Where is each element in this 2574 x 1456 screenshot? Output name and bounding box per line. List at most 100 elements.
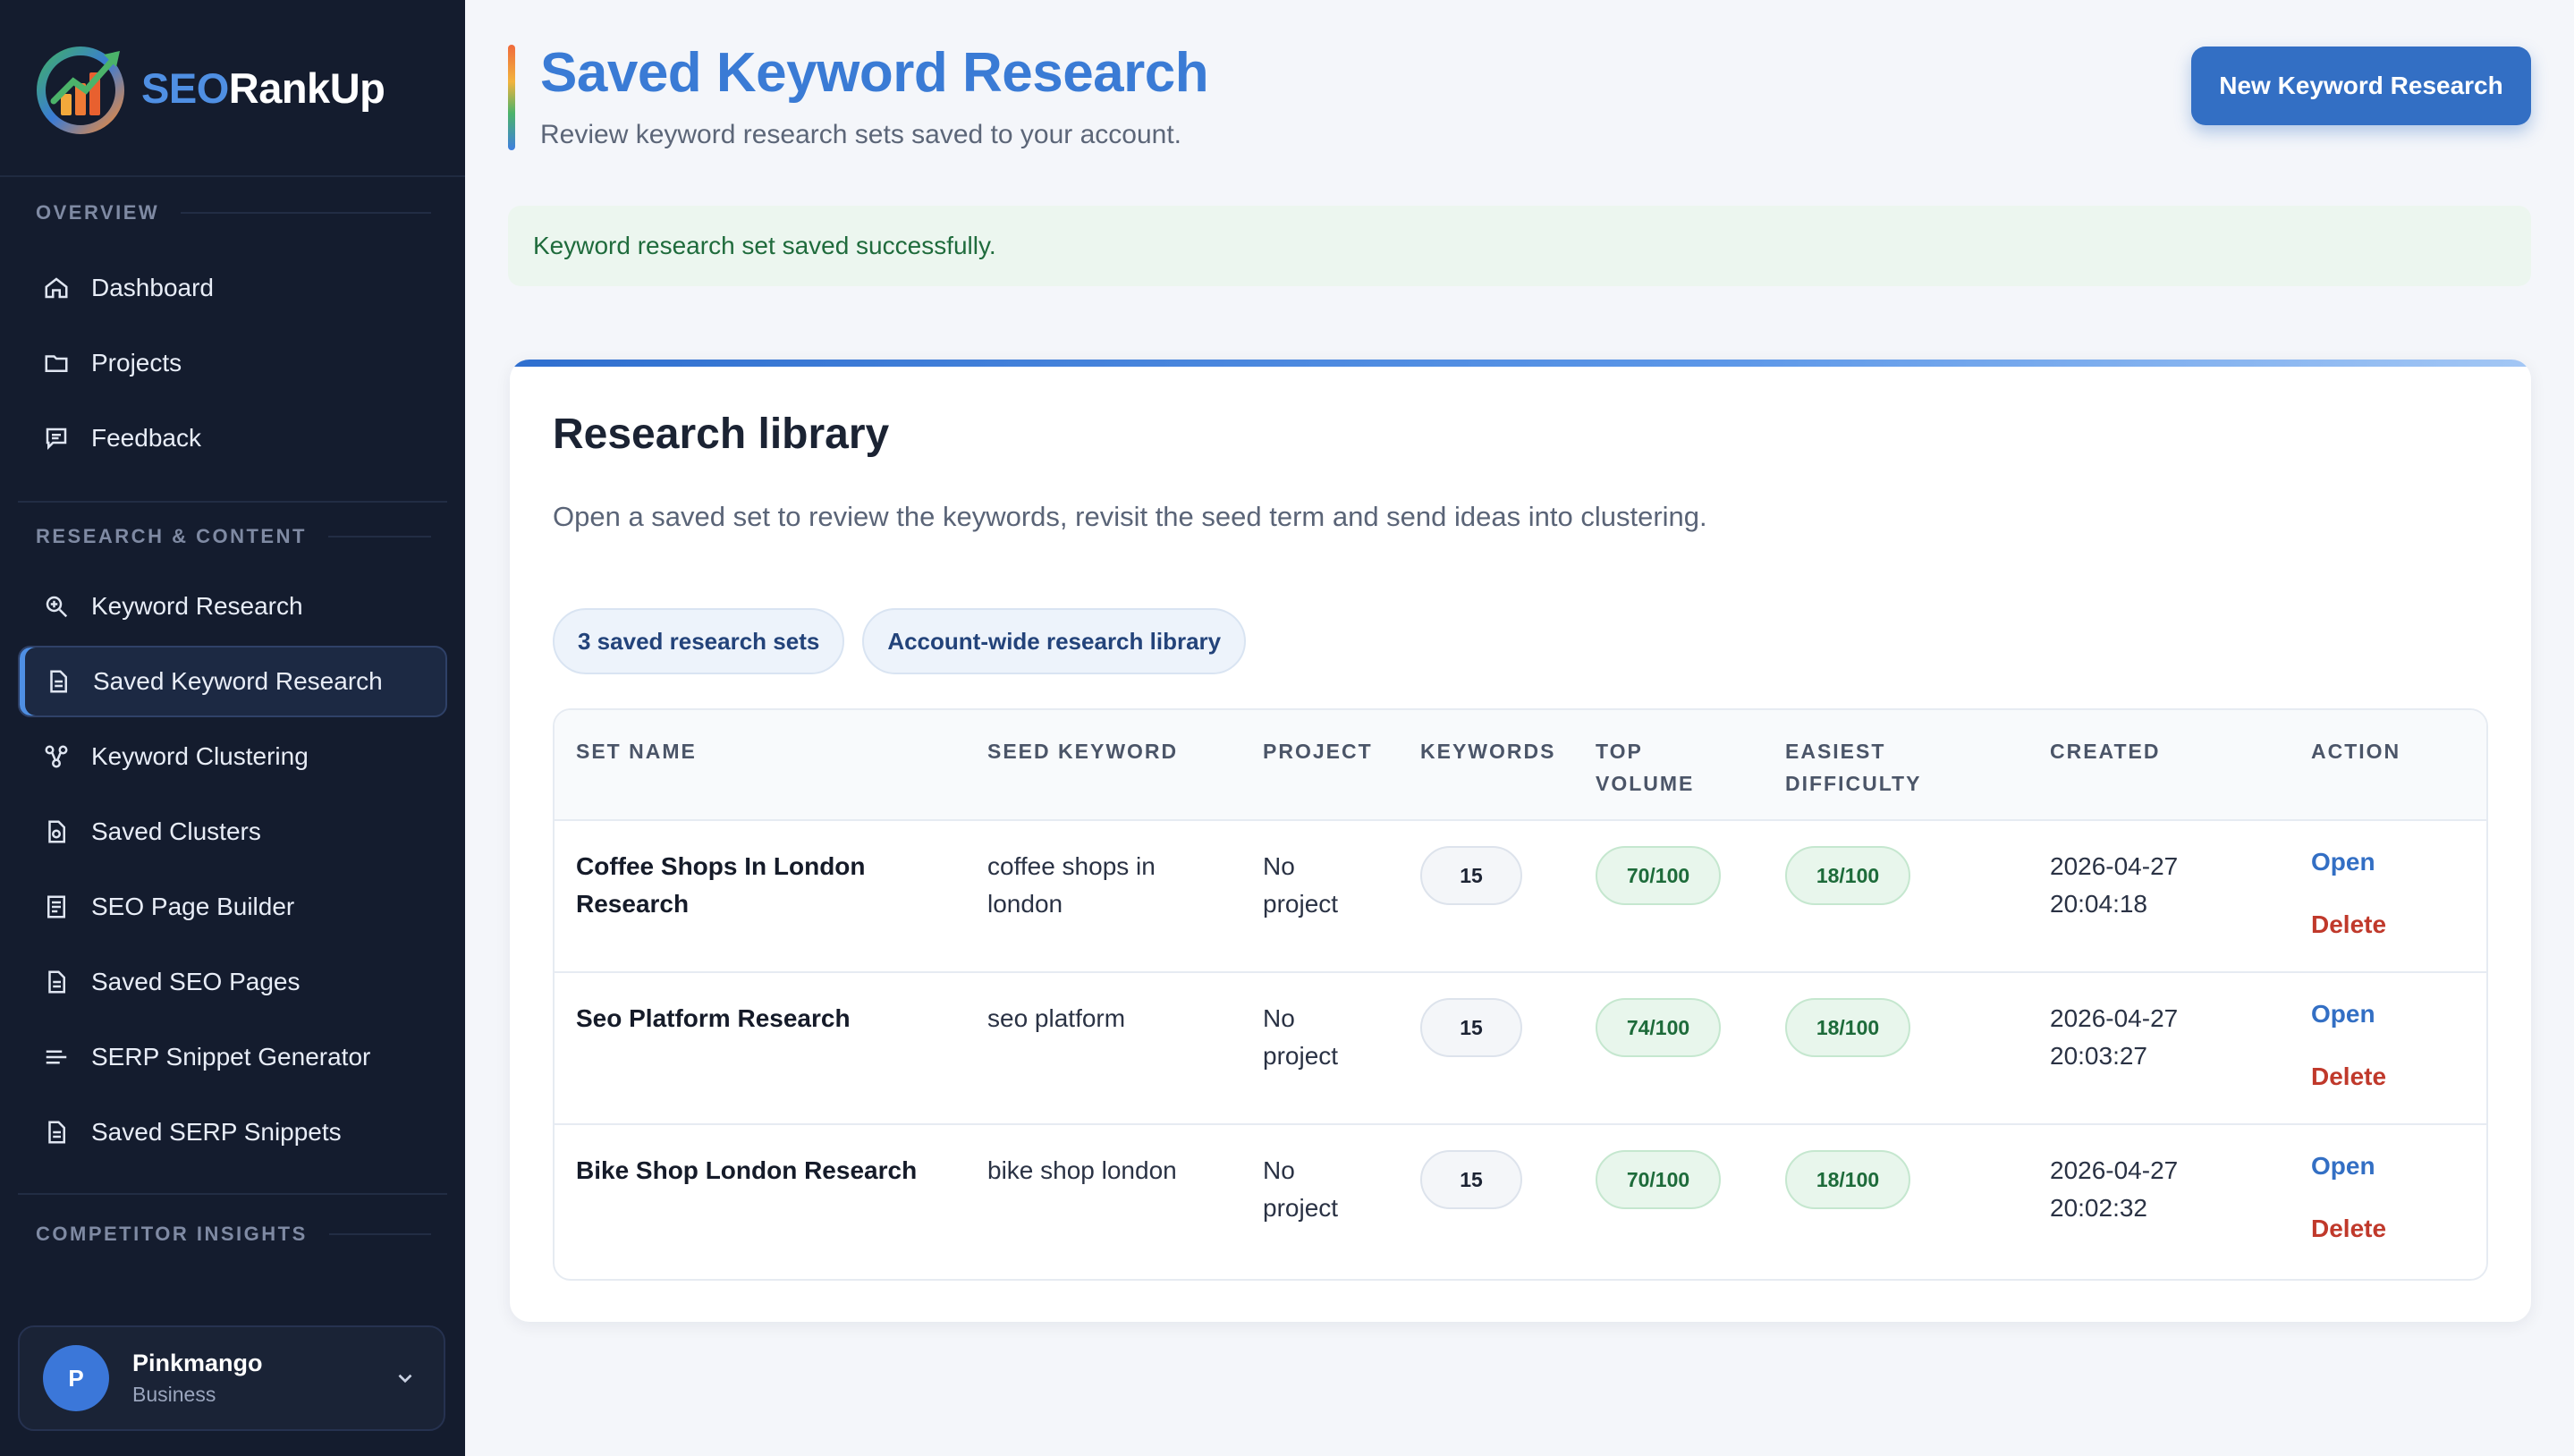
card-title: Research library bbox=[553, 411, 890, 458]
top-volume-badge: 70/100 bbox=[1596, 1150, 1721, 1209]
keywords-count-badge: 15 bbox=[1420, 1150, 1522, 1209]
delete-link[interactable]: Delete bbox=[2311, 1215, 2386, 1243]
card-description: Open a saved set to review the keywords,… bbox=[553, 501, 1707, 532]
column-header-seed-keyword[interactable]: SEED KEYWORD bbox=[987, 735, 1178, 767]
table-row: Coffee Shops In London Research coffee s… bbox=[555, 821, 2486, 973]
column-header-top-volume-line1: TOP bbox=[1596, 740, 1643, 763]
column-header-difficulty-line1: EASIEST bbox=[1785, 740, 1886, 763]
seed-keyword-line2: london bbox=[987, 890, 1063, 918]
sidebar-item-serp-snippet-generator[interactable]: SERP Snippet Generator bbox=[18, 1021, 447, 1093]
document-icon bbox=[41, 967, 72, 997]
summary-pills: 3 saved research sets Account-wide resea… bbox=[553, 608, 1247, 674]
sidebar-item-label: Projects bbox=[91, 349, 182, 377]
created-date: 2026-04-27 bbox=[2050, 1004, 2179, 1032]
project-line2: project bbox=[1263, 1194, 1339, 1222]
set-name: Bike Shop London Research bbox=[576, 1152, 917, 1189]
sidebar-item-label: Saved Keyword Research bbox=[93, 667, 383, 695]
search-icon bbox=[41, 591, 72, 622]
delete-link[interactable]: Delete bbox=[2311, 1062, 2386, 1091]
sidebar-item-keyword-clustering[interactable]: Keyword Clustering bbox=[18, 721, 447, 792]
open-link[interactable]: Open bbox=[2311, 1152, 2375, 1181]
sidebar-item-seo-page-builder[interactable]: SEO Page Builder bbox=[18, 871, 447, 943]
difficulty-badge: 18/100 bbox=[1785, 1150, 1910, 1209]
library-scope-pill: Account-wide research library bbox=[862, 608, 1247, 674]
user-menu[interactable]: P Pinkmango Business bbox=[18, 1325, 445, 1431]
created-time: 20:04:18 bbox=[2050, 890, 2147, 918]
table-row: Bike Shop London Research bike shop lond… bbox=[555, 1125, 2486, 1277]
project-line1: No bbox=[1263, 852, 1295, 880]
user-plan: Business bbox=[132, 1383, 216, 1406]
page-icon bbox=[41, 892, 72, 922]
seed-keyword: bike shop london bbox=[987, 1152, 1177, 1189]
seed-keyword: seo platform bbox=[987, 1000, 1125, 1037]
brand-name-rankup: RankUp bbox=[228, 63, 385, 112]
project: No project bbox=[1263, 1152, 1338, 1227]
difficulty-badge: 18/100 bbox=[1785, 846, 1910, 905]
sidebar-item-label: Feedback bbox=[91, 424, 201, 452]
alert-text: Keyword research set saved successfully. bbox=[533, 232, 996, 259]
saved-sets-count-pill: 3 saved research sets bbox=[553, 608, 845, 674]
success-alert: Keyword research set saved successfully. bbox=[508, 206, 2531, 286]
difficulty-badge: 18/100 bbox=[1785, 998, 1910, 1057]
document-icon bbox=[43, 666, 73, 697]
avatar: P bbox=[43, 1345, 109, 1411]
project-line1: No bbox=[1263, 1156, 1295, 1184]
sidebar-item-label: Keyword Clustering bbox=[91, 742, 309, 770]
column-header-keywords[interactable]: KEYWORDS bbox=[1420, 735, 1555, 767]
column-header-easiest-difficulty[interactable]: EASIEST DIFFICULTY bbox=[1785, 735, 1921, 800]
column-header-action: ACTION bbox=[2311, 740, 2401, 763]
set-name: Coffee Shops In London Research bbox=[576, 848, 866, 923]
sidebar-item-dashboard[interactable]: Dashboard bbox=[18, 252, 447, 324]
sidebar-item-projects[interactable]: Projects bbox=[18, 327, 447, 399]
column-header-set-name[interactable]: SET NAME bbox=[576, 735, 697, 767]
table-header: SET NAME SEED KEYWORD PROJECT KEYWORDS T… bbox=[555, 710, 2486, 821]
brand-name: SEORankUp bbox=[141, 63, 385, 113]
column-header-top-volume[interactable]: TOP VOLUME bbox=[1596, 735, 1694, 800]
user-name: Pinkmango bbox=[132, 1350, 263, 1376]
header-accent-bar bbox=[508, 45, 515, 150]
section-label-competitor-insights: COMPETITOR INSIGHTS bbox=[0, 1216, 465, 1252]
open-link[interactable]: Open bbox=[2311, 1000, 2375, 1029]
sidebar-item-saved-serp-snippets[interactable]: Saved SERP Snippets bbox=[18, 1096, 447, 1168]
new-keyword-research-button[interactable]: New Keyword Research bbox=[2191, 47, 2531, 125]
sidebar-item-feedback[interactable]: Feedback bbox=[18, 402, 447, 474]
seed-keyword-line1: bike shop london bbox=[987, 1156, 1177, 1184]
page-subtitle: Review keyword research sets saved to yo… bbox=[540, 120, 1181, 149]
project: No project bbox=[1263, 848, 1338, 923]
document-icon bbox=[41, 1117, 72, 1147]
main-content: Saved Keyword Research Review keyword re… bbox=[465, 0, 2574, 1456]
keywords-count-badge: 15 bbox=[1420, 998, 1522, 1057]
sidebar-item-label: Saved SERP Snippets bbox=[91, 1118, 342, 1146]
seed-keyword-line1: seo platform bbox=[987, 1004, 1126, 1032]
created-timestamp: 2026-04-27 20:04:18 bbox=[2050, 848, 2178, 923]
folder-icon bbox=[41, 348, 72, 378]
sidebar-item-label: SEO Page Builder bbox=[91, 893, 295, 920]
sidebar-item-saved-clusters[interactable]: Saved Clusters bbox=[18, 796, 447, 868]
open-link[interactable]: Open bbox=[2311, 848, 2375, 876]
top-volume-badge: 70/100 bbox=[1596, 846, 1721, 905]
logo-icon bbox=[37, 47, 124, 134]
sidebar-item-saved-keyword-research[interactable]: Saved Keyword Research bbox=[18, 646, 447, 717]
created-timestamp: 2026-04-27 20:02:32 bbox=[2050, 1152, 2178, 1227]
seed-keyword: coffee shops in london bbox=[987, 848, 1156, 923]
project-line2: project bbox=[1263, 1042, 1339, 1070]
saved-document-icon bbox=[41, 817, 72, 847]
brand-name-seo: SEO bbox=[141, 63, 229, 112]
delete-link[interactable]: Delete bbox=[2311, 910, 2386, 939]
page-title: Saved Keyword Research bbox=[540, 42, 1209, 104]
sidebar-item-keyword-research[interactable]: Keyword Research bbox=[18, 571, 447, 642]
chevron-down-icon[interactable] bbox=[394, 1367, 417, 1390]
column-header-created[interactable]: CREATED bbox=[2050, 735, 2160, 767]
set-name-line1: Seo Platform Research bbox=[576, 1004, 851, 1032]
brand-logo[interactable]: SEORankUp bbox=[0, 0, 465, 177]
lines-icon bbox=[41, 1042, 72, 1072]
chat-icon bbox=[41, 423, 72, 453]
column-header-project[interactable]: PROJECT bbox=[1263, 735, 1373, 767]
set-name-line1: Coffee Shops In London bbox=[576, 852, 866, 880]
sidebar-item-saved-seo-pages[interactable]: Saved SEO Pages bbox=[18, 946, 447, 1018]
project-line2: project bbox=[1263, 890, 1339, 918]
created-date: 2026-04-27 bbox=[2050, 1156, 2179, 1184]
sidebar: SEORankUp OVERVIEW Dashboard Projects Fe… bbox=[0, 0, 465, 1456]
column-header-top-volume-line2: VOLUME bbox=[1596, 772, 1695, 795]
home-icon bbox=[41, 273, 72, 303]
